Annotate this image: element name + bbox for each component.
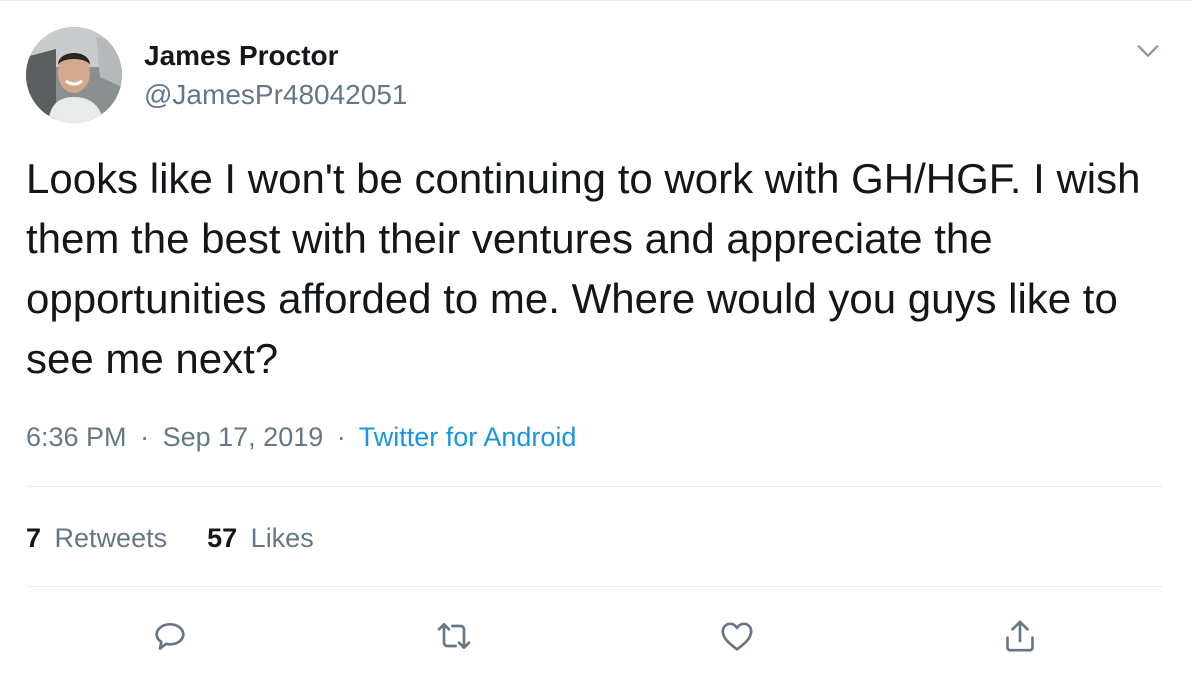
share-icon	[1006, 620, 1034, 652]
tweet-source-link[interactable]: Twitter for Android	[359, 422, 577, 452]
tweet-header: James Proctor @JamesPr48042051	[26, 27, 407, 123]
meta-separator: ·	[336, 422, 346, 452]
chevron-down-icon[interactable]	[1134, 37, 1162, 65]
avatar-image	[26, 27, 122, 123]
tweet-stats: 7 Retweets 57 Likes	[26, 520, 314, 556]
meta-separator: ·	[140, 422, 150, 452]
likes-stat[interactable]: 57 Likes	[207, 520, 314, 556]
avatar[interactable]	[26, 27, 122, 123]
tweet-time[interactable]: 6:36 PM	[26, 422, 127, 452]
retweet-button[interactable]	[431, 613, 477, 659]
divider	[26, 486, 1162, 487]
reply-icon	[155, 623, 185, 650]
user-handle[interactable]: @JamesPr48042051	[144, 77, 407, 113]
likes-label: Likes	[250, 523, 314, 553]
retweets-count: 7	[26, 523, 42, 553]
tweet-text: Looks like I won't be continuing to work…	[26, 155, 1141, 382]
tweet-meta: 6:36 PM · Sep 17, 2019 · Twitter for And…	[26, 419, 576, 455]
display-name[interactable]: James Proctor	[144, 38, 407, 74]
likes-count: 57	[207, 523, 238, 553]
tweet-actions	[0, 613, 1192, 665]
tweet-card: James Proctor @JamesPr48042051 Looks lik…	[0, 0, 1192, 680]
retweets-stat[interactable]: 7 Retweets	[26, 520, 167, 556]
author-names: James Proctor @JamesPr48042051	[144, 38, 407, 113]
divider	[26, 586, 1162, 587]
retweets-label: Retweets	[54, 523, 168, 553]
reply-button[interactable]	[147, 613, 193, 659]
tweet-date[interactable]: Sep 17, 2019	[163, 422, 324, 452]
retweet-icon	[437, 623, 471, 649]
share-button[interactable]	[997, 613, 1043, 659]
like-button[interactable]	[714, 613, 760, 659]
heart-icon	[721, 622, 753, 651]
